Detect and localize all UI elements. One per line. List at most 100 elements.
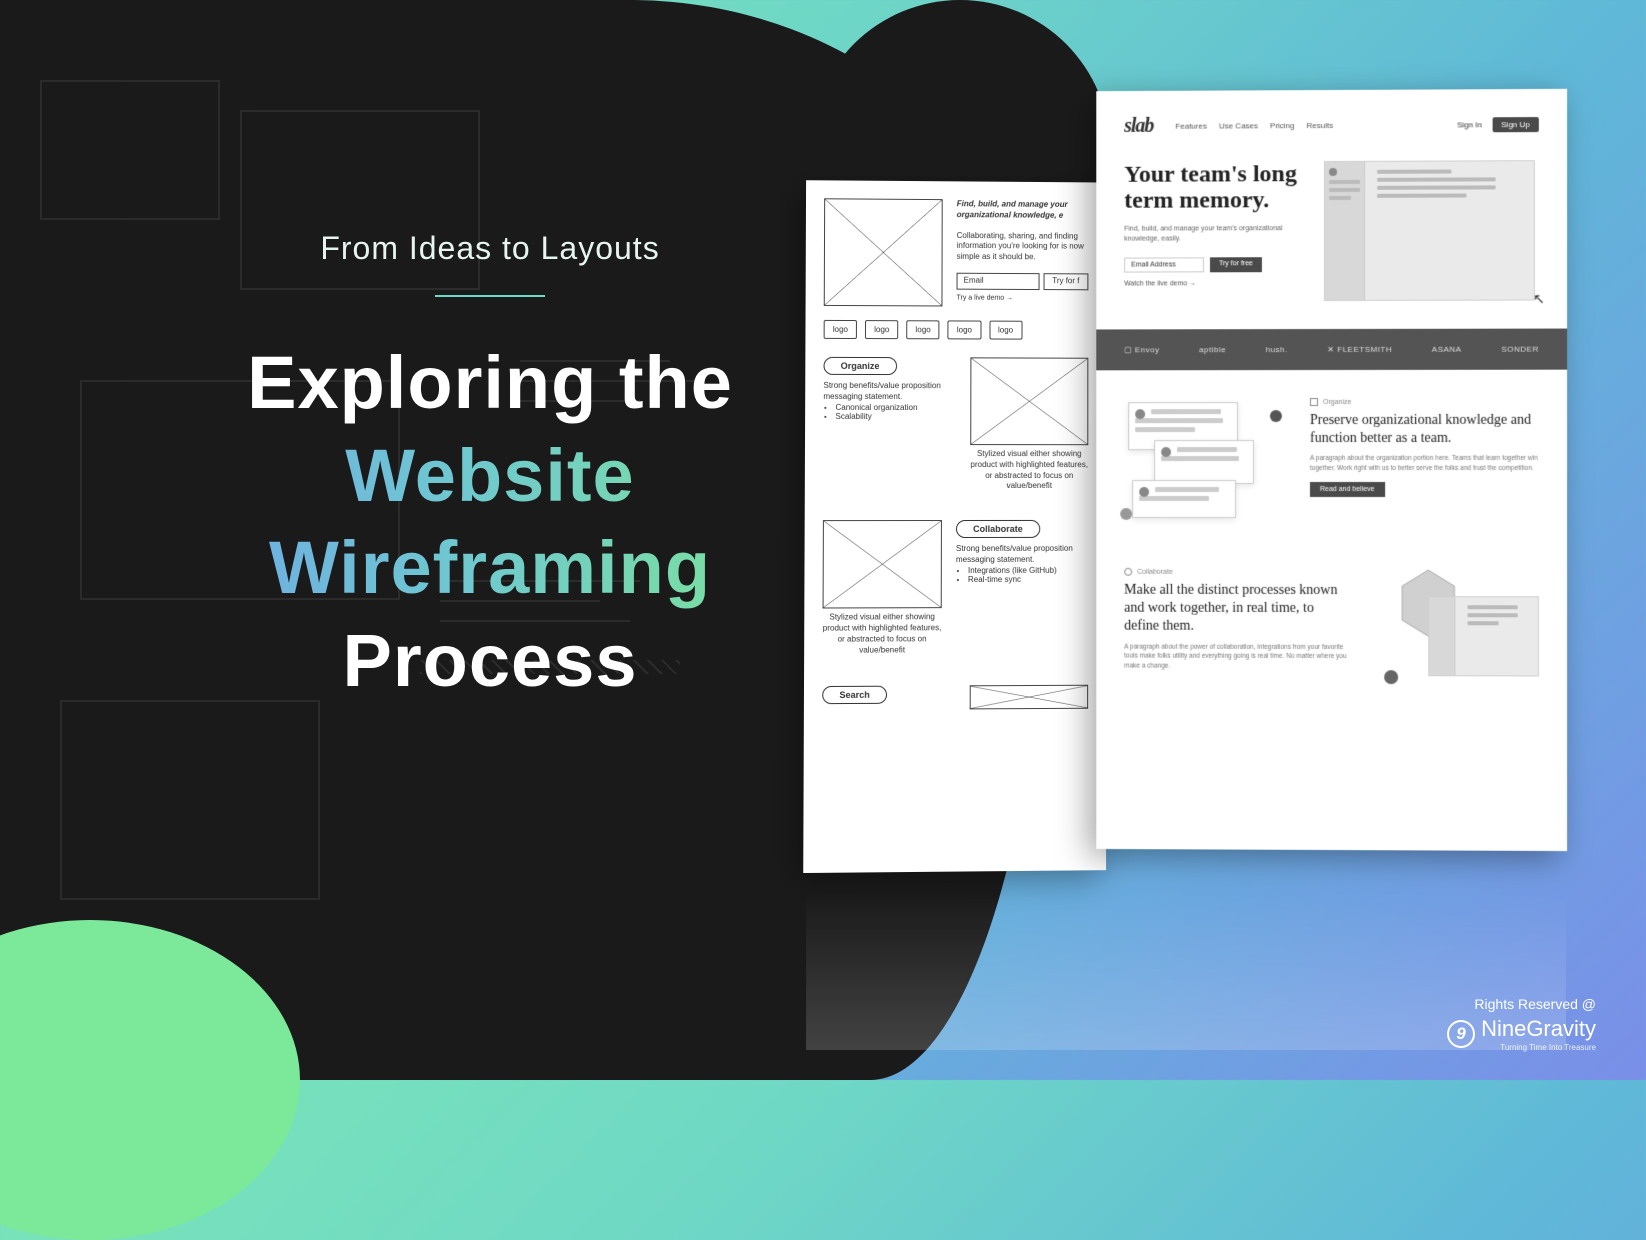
organize-icon [1310,398,1318,406]
decorative-dot-icon [1384,670,1398,684]
brand-logo: ✕ FLEETSMITH [1327,345,1392,354]
feature-organize: Organize Preserve organizational knowled… [1124,398,1539,528]
title-line-1: Exploring the [247,341,733,424]
organize-pill: Organize [823,357,896,375]
search-pill: Search [822,686,887,704]
collab-bullets: Integrations (like GitHub) Real-time syn… [968,566,1088,584]
brand-logo: aptible [1199,345,1226,354]
placeholder-image-icon [970,357,1088,445]
feature-body: A paragraph about the organization porti… [1310,454,1539,474]
feature-collaborate: Collaborate Make all the distinct proces… [1124,568,1539,681]
ninegravity-logo-icon: 9 [1447,1020,1475,1048]
h1-line-1: Your team's long [1124,161,1297,188]
nav-link: Pricing [1270,121,1294,130]
feature-heading: Make all the distinct processes known an… [1124,582,1352,637]
signin-link: Sign In [1457,120,1482,129]
brand-logo: ASANA [1432,345,1462,354]
card [1154,440,1254,484]
organize-body: Strong benefits/value proposition messag… [823,381,956,403]
placeholder-image-icon [823,520,942,608]
app-screenshot [1324,160,1535,301]
main-title: Exploring the Website Wireframing Proces… [170,337,810,707]
hero-screenshot-wrap: ↖ [1324,160,1535,301]
logo-box: logo [906,320,939,339]
demo-link: Watch the live demo → [1124,280,1304,287]
feature-tag: Organize [1310,398,1539,406]
nav-right: Sign In Sign Up [1457,117,1539,132]
styled-caption: Stylized visual either showing product w… [970,449,1088,492]
nav-link: Features [1175,122,1207,131]
hero-sub: Find, build, and manage your team's orga… [1124,224,1304,244]
styled-visual-block-2: Stylized visual either showing product w… [822,520,942,656]
feature-button: Read and believe [1310,482,1385,497]
brand-band: ▢ Envoy aptible hush. ✕ FLEETSMITH ASANA… [1096,329,1567,371]
logo-row: logo logo logo logo logo [824,320,1089,340]
hero-h1: Your team's long term memory. [1124,161,1304,214]
slab-logo: slab [1124,115,1153,138]
brand-row: 9 NineGravity Turning Time Into Treasure [1447,1016,1596,1052]
wireframe-panel: Find, build, and manage your organizatio… [803,180,1106,873]
hero-bold: Find, build, and manage your organizatio… [957,199,1068,219]
title-line-3: Process [343,619,638,702]
hifi-hero: Your team's long term memory. Find, buil… [1124,160,1539,301]
collaborate-pill: Collaborate [956,520,1040,538]
collaborate-block: Collaborate Strong benefits/value propos… [956,520,1089,656]
decorative-dot-icon [1270,410,1282,422]
placeholder-image-icon [970,685,1088,710]
collaborate-icon [1124,568,1132,576]
hero-left: Your team's long term memory. Find, buil… [1124,161,1304,301]
footer-credit: Rights Reserved @ 9 NineGravity Turning … [1447,996,1596,1052]
hero-text: Find, build, and manage your organizatio… [956,199,1088,307]
hero-body: Collaborating, sharing, and finding info… [957,231,1084,262]
collab-body: Strong benefits/value proposition messag… [956,544,1088,566]
nav-link: Use Cases [1219,121,1258,130]
hifi-nav: slab Features Use Cases Pricing Results … [1124,113,1539,138]
email-input: Email Address [1124,258,1204,273]
organize-bullets: Canonical organization Scalability [835,402,956,420]
nav-links: Features Use Cases Pricing Results [1175,121,1333,131]
feature-illustration-2 [1378,568,1539,680]
signup-button: Sign Up [1492,117,1539,132]
brand-logo: SONDER [1501,345,1538,354]
brand-logo: hush. [1266,345,1288,354]
feature-text: Organize Preserve organizational knowled… [1310,398,1539,528]
organize-block: Organize Strong benefits/value propositi… [823,357,956,492]
screenshot-sidebar [1325,162,1365,300]
hero-cta: Email Address Try for free [1124,257,1304,272]
feature-heading: Preserve organizational knowledge and fu… [1310,412,1539,449]
logo-box: logo [824,320,857,339]
styled-caption-2: Stylized visual either showing product w… [822,612,941,656]
rights-reserved: Rights Reserved @ [1447,996,1596,1012]
feature-text: Collaborate Make all the distinct proces… [1124,568,1352,680]
list-item: Integrations (like GitHub) [968,566,1088,575]
list-item: Canonical organization [835,402,956,411]
logo-box: logo [989,321,1022,340]
placeholder-image-icon [824,198,943,306]
title-line-2-gradient: Website Wireframing [170,430,810,615]
feature-illustration [1124,398,1284,528]
email-input: Email [957,273,1040,290]
hifi-panel: slab Features Use Cases Pricing Results … [1096,89,1567,851]
screenshot-content [1369,161,1534,210]
brand-name: NineGravity [1481,1016,1596,1042]
nav-link: Results [1306,121,1333,130]
logo-box: logo [865,320,898,339]
mockup-panels: Find, build, and manage your organizatio… [806,90,1566,890]
try-button: Try for free [1210,258,1262,273]
brand-logo: ▢ Envoy [1124,345,1159,354]
h1-line-2: term memory. [1124,188,1269,214]
search-block: Search [822,686,955,711]
list-item: Scalability [835,411,956,420]
pretitle: From Ideas to Layouts [170,230,810,267]
headline-block: From Ideas to Layouts Exploring the Webs… [170,230,810,707]
cursor-icon: ↖ [1533,291,1545,308]
try-button: Try for f [1043,273,1088,290]
card [1132,480,1236,518]
divider-rule [435,295,545,297]
logo-box: logo [948,320,981,339]
demo-link: Try a live demo → [957,293,1089,303]
list-item: Real-time sync [968,575,1088,584]
feature-body: A paragraph about the power of collabora… [1124,642,1352,672]
decorative-dot-icon [1120,508,1132,520]
brand-tagline: Turning Time Into Treasure [1481,1043,1596,1052]
